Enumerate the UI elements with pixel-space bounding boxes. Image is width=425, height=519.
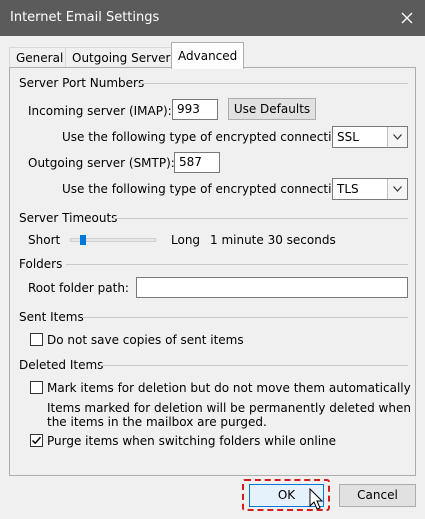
purge-items-label[interactable]: Purge items when switching folders while…	[47, 434, 336, 448]
mouse-pointer-icon	[309, 488, 324, 510]
mark-for-deletion-label[interactable]: Mark items for deletion but do not move …	[47, 381, 411, 395]
mark-for-deletion-checkbox[interactable]	[30, 381, 43, 394]
divider	[100, 365, 408, 366]
cancel-button[interactable]: Cancel	[339, 484, 416, 507]
incoming-port-field[interactable]: 993	[172, 99, 218, 120]
chevron-down-icon	[387, 179, 407, 199]
deletion-note-line1: Items marked for deletion will be perman…	[47, 401, 411, 415]
outgoing-server-label: Outgoing server (SMTP):	[28, 156, 175, 170]
divider	[82, 317, 408, 318]
advanced-panel: Server Port Numbers Incoming server (IMA…	[9, 67, 416, 476]
use-defaults-button[interactable]: Use Defaults	[228, 98, 316, 120]
divider	[66, 264, 408, 265]
sent-items-heading: Sent Items	[19, 310, 84, 324]
deletion-note-line2: the items in the mailbox are purged.	[47, 415, 267, 429]
timeout-long-label: Long	[171, 233, 201, 247]
tab-general[interactable]: General	[9, 47, 71, 68]
root-folder-field[interactable]	[136, 277, 408, 298]
server-port-numbers-heading: Server Port Numbers	[19, 76, 145, 90]
deleted-items-heading: Deleted Items	[19, 358, 104, 372]
slider-thumb[interactable]	[80, 235, 86, 245]
timeout-value-text: 1 minute 30 seconds	[210, 233, 336, 247]
title-bar: Internet Email Settings	[0, 0, 425, 36]
incoming-encryption-label: Use the following type of encrypted conn…	[62, 130, 351, 144]
outgoing-encryption-select[interactable]: TLS	[332, 178, 408, 200]
timeout-short-label: Short	[28, 233, 61, 247]
outgoing-port-field[interactable]: 587	[174, 152, 220, 173]
incoming-server-label: Incoming server (IMAP):	[28, 104, 172, 118]
outgoing-encryption-value: TLS	[337, 182, 359, 196]
divider	[112, 218, 408, 219]
tab-advanced[interactable]: Advanced	[171, 42, 245, 69]
window-title: Internet Email Settings	[10, 10, 160, 25]
internet-email-settings-dialog: Internet Email Settings General Outgoing…	[0, 0, 425, 519]
chevron-down-icon	[387, 127, 407, 147]
incoming-encryption-value: SSL	[337, 130, 359, 144]
no-copies-label[interactable]: Do not save copies of sent items	[47, 333, 244, 347]
outgoing-encryption-label: Use the following type of encrypted conn…	[62, 182, 351, 196]
root-folder-label: Root folder path:	[28, 281, 129, 295]
divider	[138, 83, 408, 84]
tab-outgoing-server[interactable]: Outgoing Server	[65, 47, 178, 68]
timeout-slider[interactable]	[70, 232, 156, 248]
no-copies-checkbox[interactable]	[30, 333, 43, 346]
purge-items-checkbox[interactable]	[30, 434, 43, 447]
incoming-encryption-select[interactable]: SSL	[332, 126, 408, 148]
server-timeouts-heading: Server Timeouts	[19, 211, 118, 225]
close-icon[interactable]	[389, 0, 425, 36]
folders-heading: Folders	[19, 257, 63, 271]
